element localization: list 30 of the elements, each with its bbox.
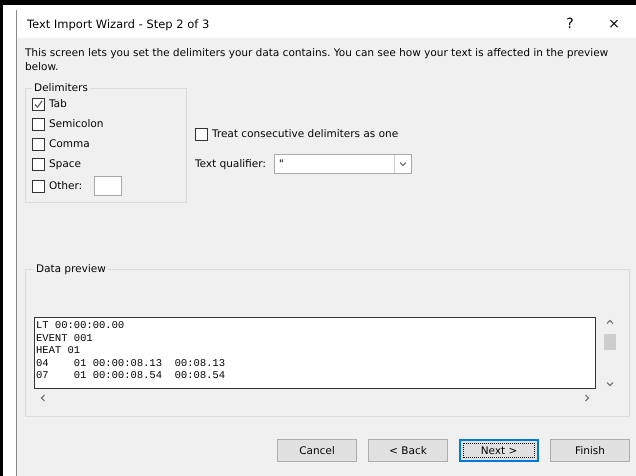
group-title: Delimiters [33,82,89,94]
preview-line: EVENT 001 [36,332,94,345]
delimiter-checkbox[interactable]: Tab [32,96,67,112]
chevron-down-icon [398,159,408,169]
delimiter-checkbox[interactable]: Other: [32,178,82,194]
qualifier-dropdown[interactable]: " [274,154,412,174]
window-title: Text Import Wizard - Step 2 of 3 [27,17,210,31]
delimiter-checkbox[interactable]: Comma [32,136,90,152]
dialog-button[interactable]: Next > [459,439,539,462]
other-input-field[interactable] [94,176,122,196]
dialog-button[interactable]: Cancel [277,439,357,462]
dialog-button[interactable]: Finish [550,439,630,462]
help-button[interactable]: ? [548,10,592,38]
consecutive-checkbox[interactable]: Treat consecutive delimiters as one [195,126,412,142]
close-button[interactable]: × [592,10,636,38]
chevron-right-icon [582,393,592,403]
preview-line: 07 01 00:00:08.54 00:08.54 [36,370,226,382]
chevron-left-icon [38,393,48,403]
description-text: This screen lets you set the delimiters your data contains. You can see how your text is affected in the preview below. [25,46,610,74]
preview-line: LT 00:00:00.00 [36,320,126,332]
scrollbar-thumb[interactable] [604,334,616,350]
preview-line: HEAT 01 [36,345,82,358]
delimiter-checkbox[interactable]: Space [32,156,81,172]
check-icon [34,100,43,108]
dialog-button[interactable]: < Back [368,439,448,462]
delimiter-checkbox[interactable]: Semicolon [32,116,104,132]
preview-line: 04 01 00:00:08.13 00:08.13 [36,358,226,370]
group-title: Data preview [35,263,107,275]
qualifier-label: Text qualifier: [195,158,266,170]
chevron-down-icon [605,379,615,389]
